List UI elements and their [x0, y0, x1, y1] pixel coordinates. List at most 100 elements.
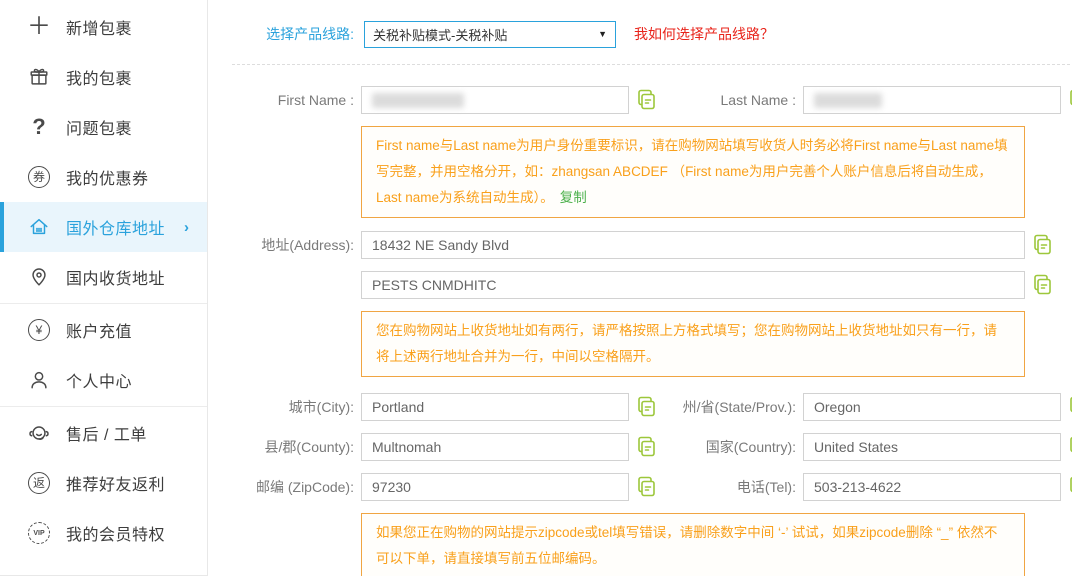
country-label: 国家(Country):: [678, 437, 796, 457]
sidebar-item-label: 新增包裹: [66, 15, 132, 39]
yen-badge: ¥: [28, 319, 50, 341]
city-input[interactable]: [361, 393, 629, 421]
tel-label: 电话(Tel):: [678, 477, 796, 497]
yen-icon: ¥: [26, 317, 52, 343]
product-line-row: 选择产品线路: 关税补贴模式-关税补贴 ▼ 我如何选择产品线路？: [232, 20, 1072, 48]
zipcode-input[interactable]: [361, 473, 629, 501]
copy-icon: [636, 476, 656, 498]
coupon-badge: 券: [28, 166, 50, 188]
name-notice-box: First name与Last name为用户身份重要标识，请在购物网站填写收货…: [361, 126, 1025, 218]
product-line-select[interactable]: 关税补贴模式-关税补贴 ▼: [364, 21, 616, 48]
copy-zipcode-button[interactable]: [636, 475, 658, 499]
sidebar-item-my-coupons[interactable]: 券 我的优惠券: [0, 152, 207, 202]
first-name-label: First Name :: [232, 92, 354, 108]
country-input[interactable]: [803, 433, 1061, 461]
sidebar-item-label: 我的优惠券: [66, 165, 149, 189]
copy-address1-button[interactable]: [1032, 233, 1054, 257]
location-pin-icon: [26, 264, 52, 290]
sidebar-item-personal-center[interactable]: 个人中心: [0, 355, 207, 405]
tel-input[interactable]: [803, 473, 1061, 501]
sidebar-item-label: 国内收货地址: [66, 265, 165, 289]
city-state-row: 城市(City): 州/省(State/Prov.):: [232, 393, 1072, 421]
gift-icon: [26, 64, 52, 90]
first-name-input[interactable]: [361, 86, 629, 114]
main-content: 选择产品线路: 关税补贴模式-关税补贴 ▼ 我如何选择产品线路？ First N…: [208, 0, 1072, 576]
county-country-row: 县/郡(County): 国家(Country):: [232, 433, 1072, 461]
rebate-badge: 返: [28, 472, 50, 494]
question-icon: ?: [26, 114, 52, 140]
copy-icon: [1068, 396, 1072, 418]
sidebar-item-member-privileges[interactable]: VIP 我的会员特权: [0, 508, 207, 558]
sidebar-item-aftersales-tickets[interactable]: 售后 / 工单: [0, 408, 207, 458]
sidebar-item-label: 个人中心: [66, 368, 132, 392]
how-to-choose-product-line-link[interactable]: 我如何选择产品线路？: [634, 24, 774, 44]
plus-icon: ＋: [26, 14, 52, 40]
sidebar-item-problem-packages[interactable]: ? 问题包裹: [0, 102, 207, 152]
sidebar-item-domestic-receiving-address[interactable]: 国内收货地址: [0, 252, 207, 302]
state-input[interactable]: [803, 393, 1061, 421]
coupon-icon: 券: [26, 164, 52, 190]
headset-icon: [26, 420, 52, 446]
product-line-label: 选择产品线路:: [232, 24, 354, 44]
sidebar-item-refer-friends-rebate[interactable]: 返 推荐好友返利: [0, 458, 207, 508]
county-label: 县/郡(County):: [232, 437, 354, 457]
zipcode-notice-text: 如果您正在购物的网站提示zipcode或tel填写错误，请删除数字中间 ‘-’ …: [376, 525, 997, 566]
sidebar-divider: [0, 303, 207, 304]
copy-icon: [1068, 476, 1072, 498]
dropdown-arrow-icon: ▼: [598, 29, 607, 39]
copy-state-button[interactable]: [1068, 395, 1072, 419]
address-notice-box: 您在购物网站上收货地址如有两行，请严格按照上方格式填写；您在购物网站上收货地址如…: [361, 311, 1025, 377]
copy-link[interactable]: 复制: [560, 190, 587, 205]
sidebar-item-label: 问题包裹: [66, 115, 132, 139]
sidebar-item-label: 售后 / 工单: [66, 421, 147, 445]
copy-city-button[interactable]: [636, 395, 658, 419]
sidebar-item-label: 推荐好友返利: [66, 471, 165, 495]
home-icon: [26, 214, 52, 240]
copy-county-button[interactable]: [636, 435, 658, 459]
state-label: 州/省(State/Prov.):: [678, 397, 796, 417]
address-label: 地址(Address):: [232, 235, 354, 255]
city-label: 城市(City):: [232, 397, 354, 417]
copy-country-button[interactable]: [1068, 435, 1072, 459]
chevron-right-icon: ›: [184, 219, 189, 236]
address-line2-input[interactable]: [361, 271, 1025, 299]
sidebar-item-overseas-warehouse-address[interactable]: 国外仓库地址 ›: [0, 202, 207, 252]
address-row-1: 地址(Address):: [232, 231, 1072, 259]
copy-first-name-button[interactable]: [636, 88, 658, 112]
sidebar-item-label: 账户充值: [66, 318, 132, 342]
sidebar: ＋ 新增包裹 我的包裹 ? 问题包裹 券 我的优惠券 国外仓库地址 ›: [0, 0, 208, 576]
address-notice-text: 您在购物网站上收货地址如有两行，请严格按照上方格式填写；您在购物网站上收货地址如…: [376, 323, 997, 364]
vip-badge-icon: VIP: [26, 520, 52, 546]
copy-last-name-button[interactable]: [1068, 88, 1072, 112]
sidebar-item-my-packages[interactable]: 我的包裹: [0, 52, 207, 102]
copy-icon: [636, 89, 656, 111]
sidebar-item-label: 国外仓库地址: [66, 215, 165, 239]
sidebar-item-label: 我的包裹: [66, 65, 132, 89]
last-name-label: Last Name :: [678, 92, 796, 108]
overseas-warehouse-address-page: ＋ 新增包裹 我的包裹 ? 问题包裹 券 我的优惠券 国外仓库地址 ›: [0, 0, 1072, 576]
zipcode-notice-box: 如果您正在购物的网站提示zipcode或tel填写错误，请删除数字中间 ‘-’ …: [361, 513, 1025, 576]
address-row-2: [232, 271, 1072, 299]
address-form: First Name : Last Name : First name与Last…: [232, 65, 1072, 576]
sidebar-divider: [0, 406, 207, 407]
sidebar-item-new-package[interactable]: ＋ 新增包裹: [0, 2, 207, 52]
vip-badge: VIP: [28, 522, 50, 544]
copy-tel-button[interactable]: [1068, 475, 1072, 499]
county-input[interactable]: [361, 433, 629, 461]
blurred-first-name-value: [372, 93, 464, 108]
copy-icon: [1068, 436, 1072, 458]
address-line1-input[interactable]: [361, 231, 1025, 259]
last-name-input[interactable]: [803, 86, 1061, 114]
zipcode-label: 邮编 (ZipCode):: [232, 477, 354, 497]
product-line-selected-value: 关税补贴模式-关税补贴: [373, 25, 507, 44]
copy-address2-button[interactable]: [1032, 273, 1054, 297]
blurred-last-name-value: [814, 93, 882, 108]
rebate-icon: 返: [26, 470, 52, 496]
copy-icon: [1032, 234, 1052, 256]
name-row: First Name : Last Name :: [232, 86, 1072, 114]
copy-icon: [1068, 89, 1072, 111]
zip-tel-row: 邮编 (ZipCode): 电话(Tel):: [232, 473, 1072, 501]
sidebar-item-account-recharge[interactable]: ¥ 账户充值: [0, 305, 207, 355]
name-notice-text: First name与Last name为用户身份重要标识，请在购物网站填写收货…: [376, 138, 1008, 205]
user-icon: [26, 367, 52, 393]
